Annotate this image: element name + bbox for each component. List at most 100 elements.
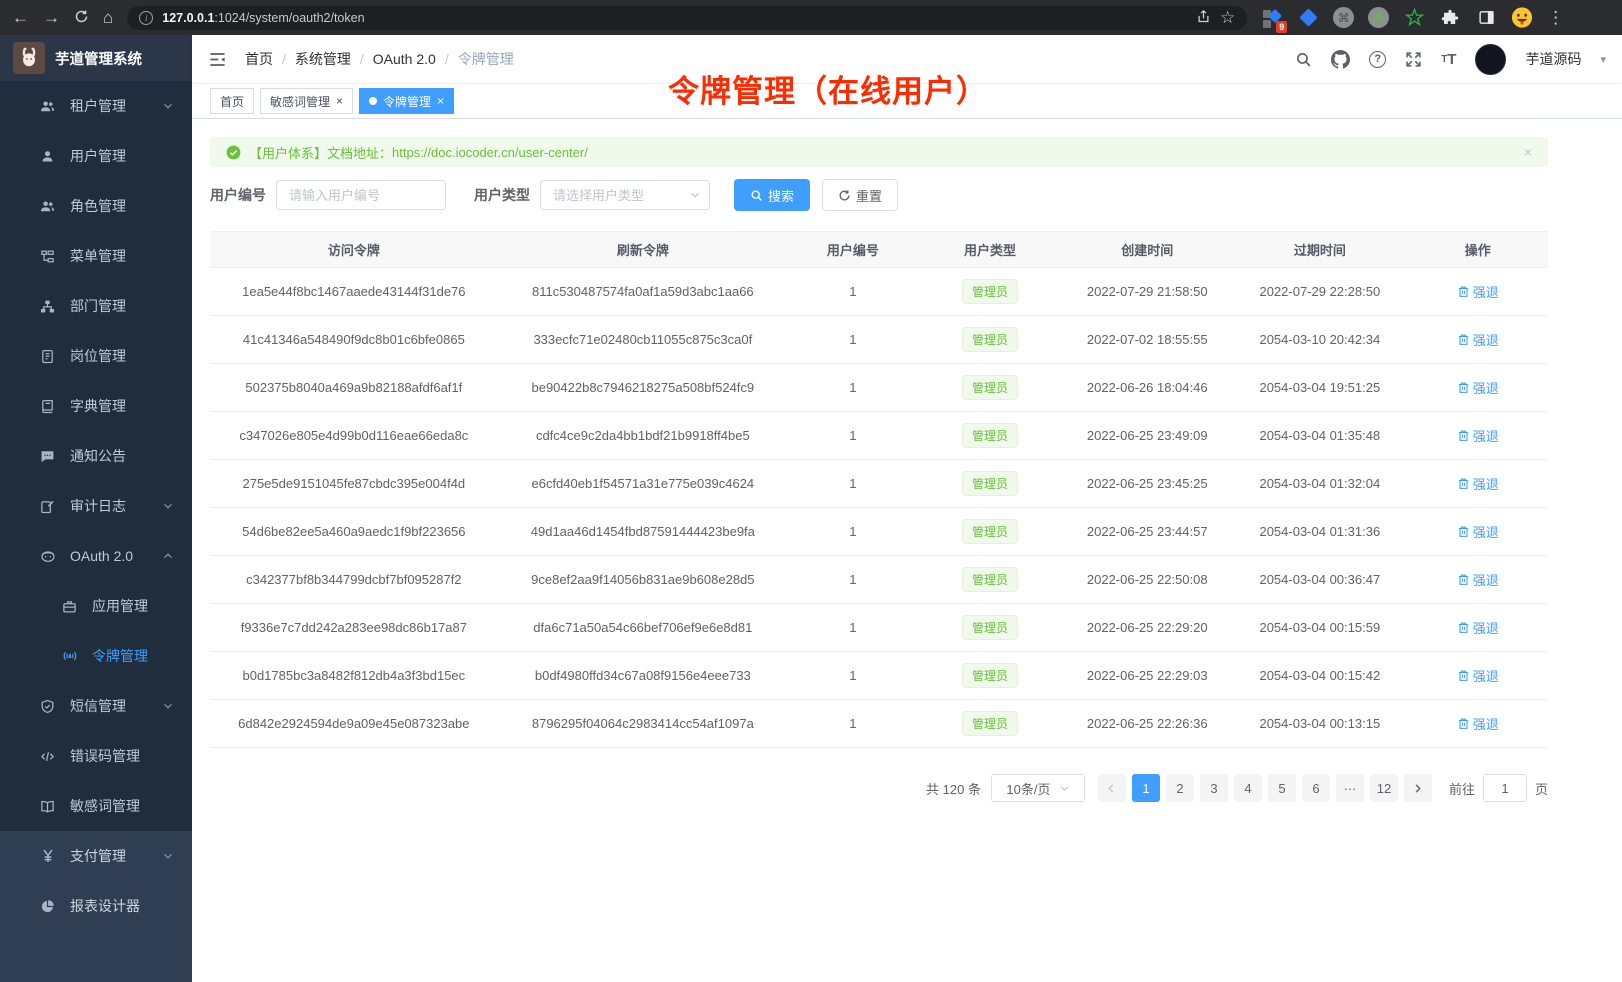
sidebar-item-oauth2-application[interactable]: 应用管理: [0, 581, 192, 631]
sidebar-item-pay[interactable]: 支付管理: [0, 831, 192, 881]
breadcrumb-item[interactable]: 首页: [245, 49, 273, 69]
puzzle-icon[interactable]: [1439, 7, 1461, 29]
sidebar-item-sensitive-word[interactable]: 敏感词管理: [0, 781, 192, 831]
tab-close-icon[interactable]: ×: [437, 95, 444, 107]
caret-down-icon[interactable]: ▾: [1600, 53, 1606, 66]
trash-icon: [1457, 621, 1470, 634]
command-extension-icon[interactable]: ⌘: [1333, 7, 1354, 28]
jump-suffix-label: 页: [1535, 779, 1548, 798]
star-extension-icon[interactable]: [1403, 7, 1425, 29]
action-cell: 强退: [1407, 652, 1548, 700]
profile-avatar-icon[interactable]: [1511, 7, 1533, 29]
sidebar-item-oauth2-token[interactable]: 令牌管理: [0, 631, 192, 681]
search-button[interactable]: 搜索: [734, 179, 810, 211]
sidebar-collapse-icon[interactable]: [208, 50, 227, 69]
browser-forward-icon[interactable]: →: [43, 9, 60, 26]
user-id-input[interactable]: [276, 180, 446, 210]
browser-reload-icon[interactable]: [74, 9, 89, 27]
user-id-label: 用户编号: [210, 185, 266, 205]
action-cell: 强退: [1407, 316, 1548, 364]
recorder-extension-icon[interactable]: [1368, 7, 1389, 28]
force-logout-button[interactable]: 强退: [1457, 618, 1499, 637]
user-type-badge: 管理员: [962, 519, 1018, 544]
share-icon[interactable]: [1196, 9, 1211, 27]
app-logo[interactable]: 芋道管理系统: [0, 35, 192, 81]
page-size-select[interactable]: 10条/页: [991, 774, 1085, 802]
jump-page-input[interactable]: [1483, 774, 1527, 802]
tab-close-icon[interactable]: ×: [336, 95, 343, 107]
create-time-cell: 2022-06-25 23:45:25: [1062, 460, 1232, 508]
sidebar-item-menu[interactable]: 菜单管理: [0, 231, 192, 281]
access-token-cell: f9336e7c7dd242a283ee98dc86b17a87: [210, 604, 498, 652]
trash-icon: [1457, 381, 1470, 394]
prev-page-button[interactable]: [1098, 774, 1126, 802]
sidebar-item-dict[interactable]: 字典管理: [0, 381, 192, 431]
user-type-select[interactable]: [540, 180, 710, 210]
page-button-4[interactable]: 4: [1234, 774, 1262, 802]
sidebar-item-audit-log[interactable]: 审计日志: [0, 481, 192, 531]
force-logout-button[interactable]: 强退: [1457, 666, 1499, 685]
user-avatar[interactable]: [1475, 44, 1506, 75]
sidebar-item-report-designer[interactable]: 报表设计器: [0, 881, 192, 931]
font-size-icon[interactable]: TT: [1441, 51, 1456, 68]
refresh-token-cell: 8796295f04064c2983414cc54af1097a: [498, 700, 788, 748]
side-panel-icon[interactable]: [1475, 7, 1497, 29]
tag-tab[interactable]: 令牌管理×: [359, 88, 454, 114]
browser-menu-icon[interactable]: ⋮: [1547, 9, 1564, 26]
access-token-cell: b0d1785bc3a8482f812db4a3f3bd15ec: [210, 652, 498, 700]
github-icon[interactable]: [1331, 50, 1350, 69]
info-icon[interactable]: i: [139, 11, 153, 25]
page-button-3[interactable]: 3: [1200, 774, 1228, 802]
force-logout-button[interactable]: 强退: [1457, 474, 1499, 493]
breadcrumb-separator: /: [445, 51, 449, 67]
sidebar-item-post[interactable]: 岗位管理: [0, 331, 192, 381]
page-ellipsis[interactable]: ···: [1336, 774, 1364, 802]
page-button-2[interactable]: 2: [1166, 774, 1194, 802]
username[interactable]: 芋道源码: [1525, 49, 1581, 69]
navbar-actions: ? TT 芋道源码 ▾: [1295, 44, 1606, 75]
sidebar-item-oauth2[interactable]: OAuth 2.0: [0, 531, 192, 581]
page-button-1[interactable]: 1: [1132, 774, 1160, 802]
alert-close-icon[interactable]: ×: [1524, 144, 1532, 160]
sidebar-item-role[interactable]: 角色管理: [0, 181, 192, 231]
gem-extension-icon[interactable]: [1297, 7, 1319, 29]
browser-back-icon[interactable]: ←: [12, 9, 29, 26]
fullscreen-icon[interactable]: [1405, 51, 1422, 68]
sidebar-item-notice[interactable]: 通知公告: [0, 431, 192, 481]
extension-icon[interactable]: 9: [1261, 7, 1283, 29]
url-bar[interactable]: i 127.0.0.1:1024/system/oauth2/token ☆: [127, 6, 1247, 30]
force-logout-button[interactable]: 强退: [1457, 426, 1499, 445]
force-logout-button[interactable]: 强退: [1457, 570, 1499, 589]
breadcrumb-item[interactable]: 系统管理: [295, 49, 351, 69]
sidebar-item-error-code[interactable]: 错误码管理: [0, 731, 192, 781]
users-icon: [40, 199, 58, 214]
page-button-6[interactable]: 6: [1302, 774, 1330, 802]
force-logout-button[interactable]: 强退: [1457, 522, 1499, 541]
page-button-12[interactable]: 12: [1370, 774, 1398, 802]
sidebar-item-dept[interactable]: 部门管理: [0, 281, 192, 331]
user-type-badge: 管理员: [962, 423, 1018, 448]
force-logout-button[interactable]: 强退: [1457, 330, 1499, 349]
sidebar-item-tenant[interactable]: 租户管理: [0, 81, 192, 131]
force-logout-button[interactable]: 强退: [1457, 282, 1499, 301]
reset-button[interactable]: 重置: [822, 179, 898, 211]
page-button-5[interactable]: 5: [1268, 774, 1296, 802]
tag-tab[interactable]: 敏感词管理×: [260, 88, 353, 114]
next-page-button[interactable]: [1404, 774, 1432, 802]
force-logout-button[interactable]: 强退: [1457, 714, 1499, 733]
search-icon[interactable]: [1295, 51, 1312, 68]
bookmark-star-icon[interactable]: ☆: [1220, 9, 1235, 26]
chevron-down-icon: [1059, 783, 1070, 794]
browser-home-icon[interactable]: ⌂: [103, 9, 113, 26]
alert-doc-link[interactable]: https://doc.iocoder.cn/user-center/: [392, 145, 588, 160]
table-header-cell: 用户类型: [918, 232, 1063, 268]
breadcrumb-item[interactable]: OAuth 2.0: [373, 51, 436, 67]
sidebar-item-user[interactable]: 用户管理: [0, 131, 192, 181]
expire-time-cell: 2054-03-04 00:15:59: [1232, 604, 1407, 652]
help-icon[interactable]: ?: [1369, 51, 1386, 68]
sidebar-item-sms[interactable]: 短信管理: [0, 681, 192, 731]
force-logout-button[interactable]: 强退: [1457, 378, 1499, 397]
user-type-cell: 管理员: [918, 652, 1063, 700]
tag-tab[interactable]: 首页: [210, 88, 254, 114]
user-type-cell: 管理员: [918, 316, 1063, 364]
